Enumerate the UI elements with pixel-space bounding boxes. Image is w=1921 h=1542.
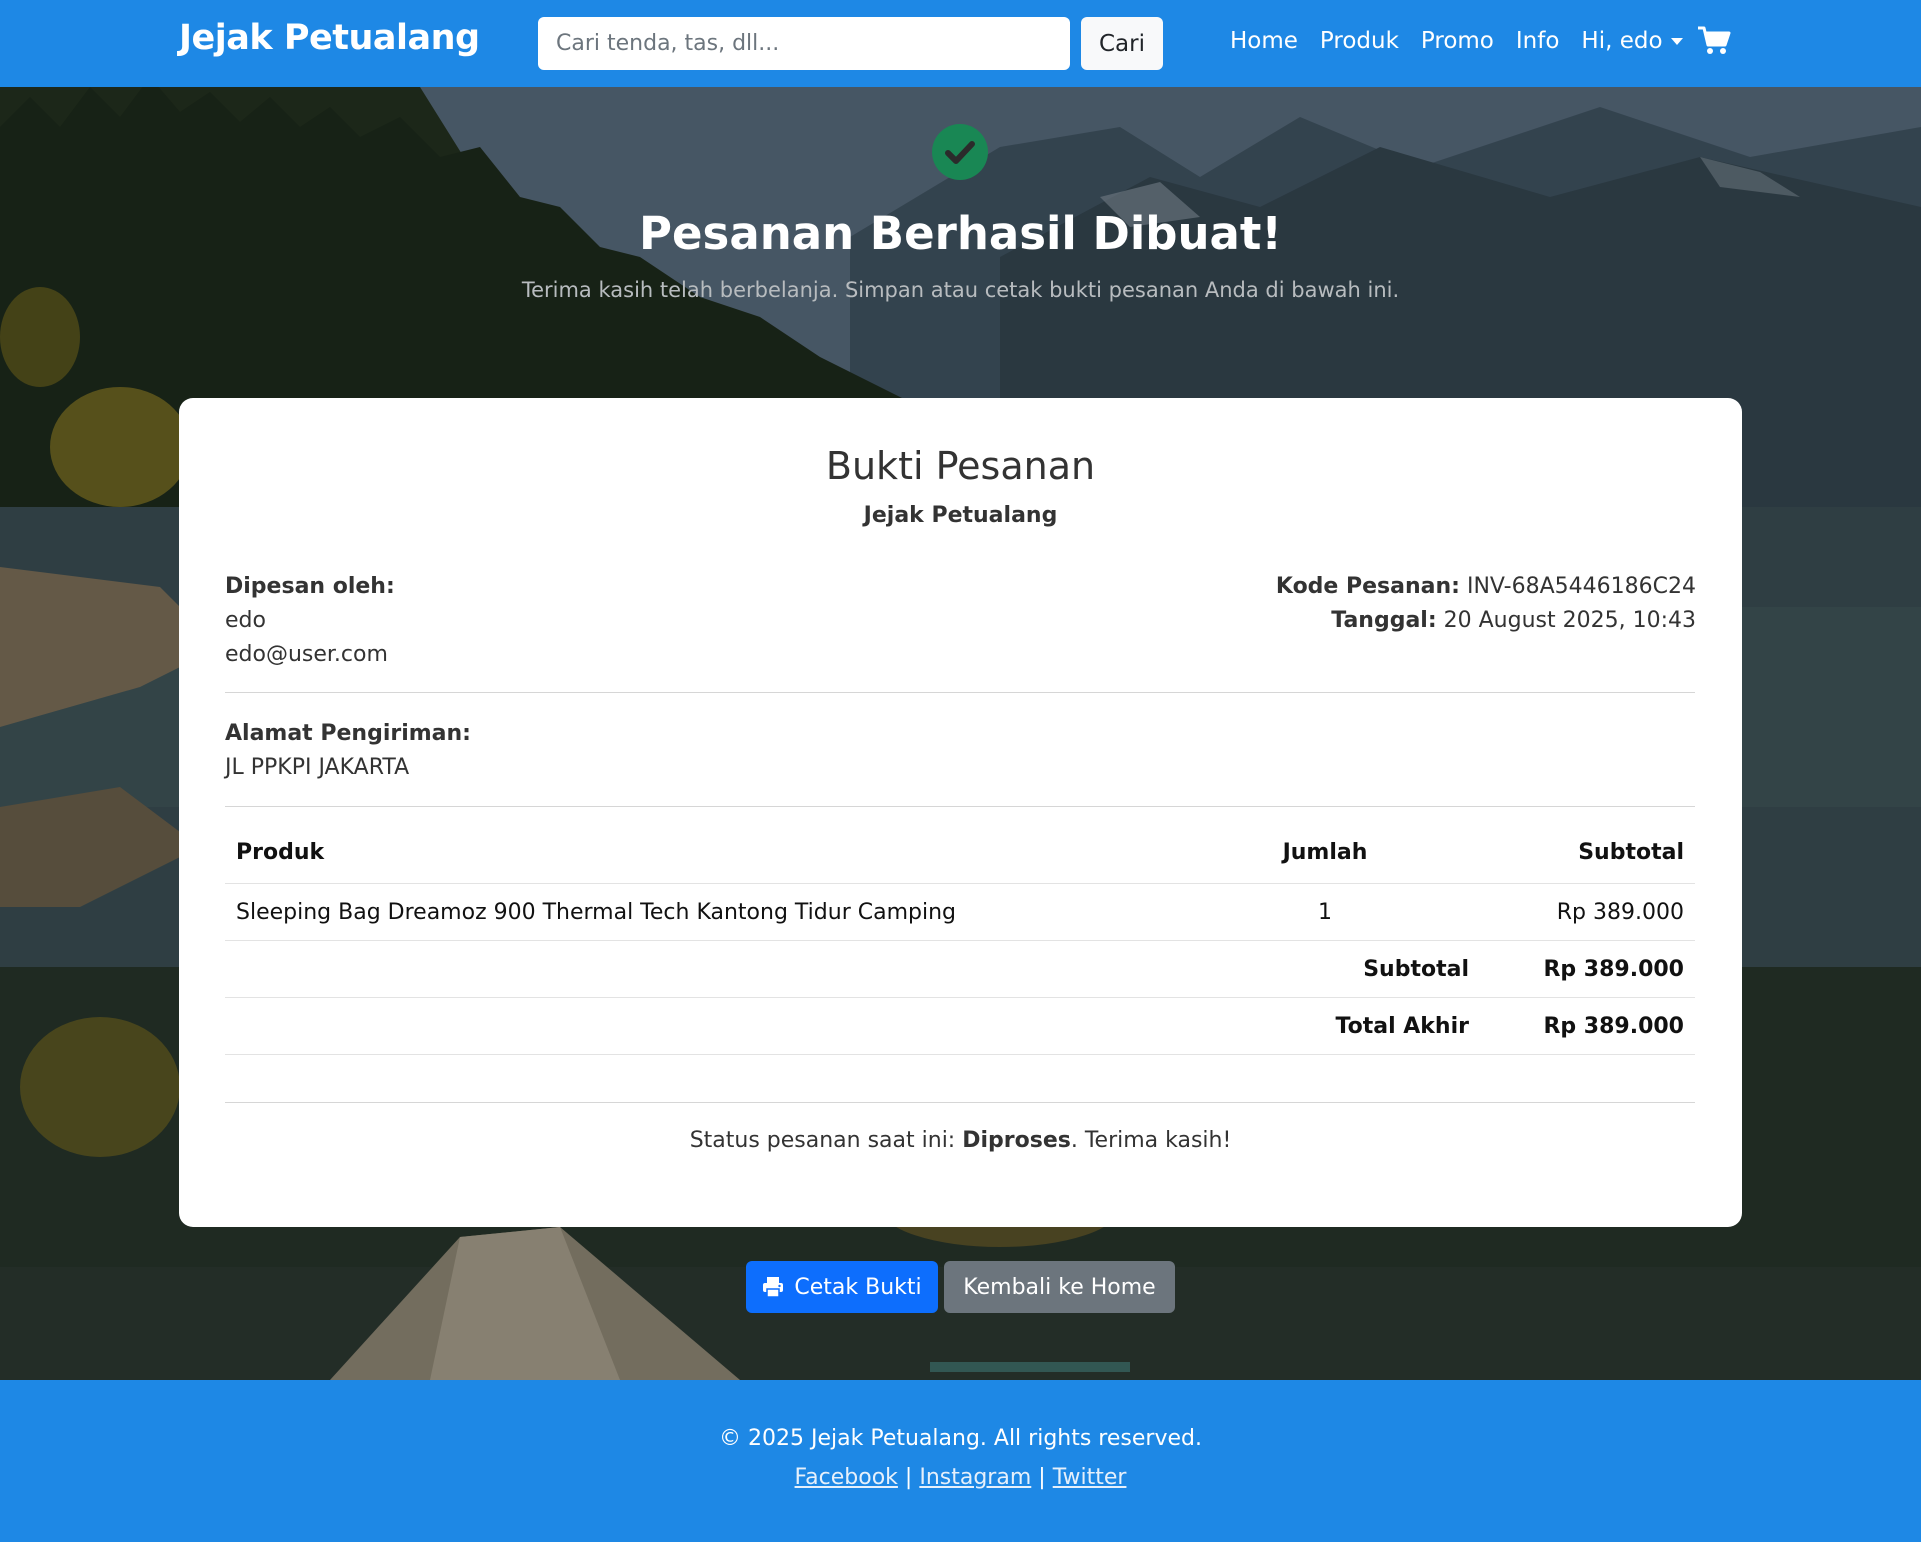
hero-title: Pesanan Berhasil Dibuat! [639,207,1282,260]
table-header-row: Produk Jumlah Subtotal [225,824,1695,884]
printer-icon [763,1277,784,1298]
status-suffix: . Terima kasih! [1070,1128,1232,1153]
separator: | [904,1465,913,1490]
order-meta-block: Kode Pesanan: INV-68A5446186C24 Tanggal:… [1276,570,1696,638]
ordered-by-label: Dipesan oleh: [225,574,395,599]
item-qty: 1 [1318,900,1332,925]
facebook-link[interactable]: Facebook [795,1465,898,1490]
status-badge: Diproses [962,1128,1071,1153]
subtotal-label: Subtotal [1363,957,1469,982]
column-header-qty: Jumlah [1282,840,1368,865]
item-product-name: Sleeping Bag Dreamoz 900 Thermal Tech Ka… [236,900,956,925]
nav-link-info[interactable]: Info [1516,28,1560,54]
order-code: INV-68A5446186C24 [1466,574,1696,599]
status-prefix: Status pesanan saat ini: [689,1128,963,1153]
brand-logo[interactable]: Jejak Petualang [179,18,480,58]
search-button[interactable]: Cari [1081,17,1163,70]
instagram-link[interactable]: Instagram [919,1465,1031,1490]
divider [225,1102,1695,1103]
nav-links: Home Produk Promo Info Hi, edo [1230,28,1705,54]
shipping-address: JL PPKPI JAKARTA [225,755,410,780]
navbar: Jejak Petualang Cari Home Produk Promo I… [0,0,1921,87]
print-receipt-button[interactable]: Cetak Bukti [746,1261,938,1313]
customer-name: edo [225,608,266,633]
receipt-title: Bukti Pesanan [825,444,1096,488]
hero-subtitle: Terima kasih telah berbelanja. Simpan at… [521,278,1400,302]
footer: © 2025 Jejak Petualang. All rights reser… [0,1380,1921,1542]
print-button-label: Cetak Bukti [794,1274,922,1300]
divider [225,806,1695,807]
separator: | [1038,1465,1046,1490]
shipping-address-label: Alamat Pengiriman: [225,721,471,746]
user-menu-label: Hi, edo [1581,28,1663,54]
nav-link-home[interactable]: Home [1230,28,1298,54]
divider [225,692,1695,693]
receipt-store-name: Jejak Petualang [863,503,1058,528]
total-label: Total Akhir [1335,1014,1469,1039]
item-subtotal: Rp 389.000 [1556,900,1684,925]
copyright-text: © 2025 Jejak Petualang. All rights reser… [719,1426,1202,1451]
ordered-by-block: Dipesan oleh: edo edo@user.com [225,570,395,672]
nav-link-promo[interactable]: Promo [1421,28,1494,54]
social-links: Facebook | Instagram | Twitter [0,1465,1921,1490]
back-home-button[interactable]: Kembali ke Home [944,1261,1175,1313]
order-status-text: Status pesanan saat ini: Diproses. Terim… [179,1128,1742,1153]
order-date: 20 August 2025, 10:43 [1443,608,1696,633]
nav-link-produk[interactable]: Produk [1320,28,1399,54]
column-header-product: Produk [236,840,325,865]
order-date-label: Tanggal: [1331,608,1437,633]
twitter-link[interactable]: Twitter [1053,1465,1127,1490]
user-menu-dropdown[interactable]: Hi, edo [1581,28,1683,54]
chevron-down-icon [1670,38,1683,45]
total-row: Total Akhir Rp 389.000 [225,998,1695,1055]
search-input[interactable] [538,17,1070,70]
total-value: Rp 389.000 [1543,1014,1684,1039]
subtotal-value: Rp 389.000 [1543,957,1684,982]
subtotal-row: Subtotal Rp 389.000 [225,941,1695,998]
shipping-address-block: Alamat Pengiriman: JL PPKPI JAKARTA [225,717,471,785]
receipt-card: Bukti Pesanan Jejak Petualang Dipesan ol… [179,398,1742,1227]
column-header-subtotal: Subtotal [1578,840,1684,865]
order-code-label: Kode Pesanan: [1275,574,1460,599]
check-circle-icon [932,124,988,180]
table-row: Sleeping Bag Dreamoz 900 Thermal Tech Ka… [225,884,1695,941]
customer-email: edo@user.com [225,642,388,667]
cart-icon[interactable] [1697,26,1731,56]
